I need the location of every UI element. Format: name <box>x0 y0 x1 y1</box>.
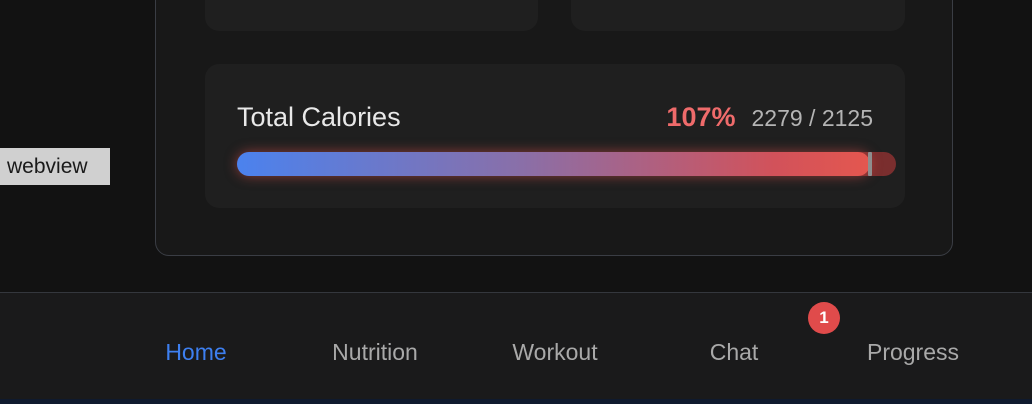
chat-notification-badge: 1 <box>808 302 840 334</box>
macro-card-left <box>205 0 538 31</box>
nav-chat[interactable]: Chat <box>710 338 759 366</box>
total-calories-title: Total Calories <box>237 102 401 132</box>
nav-home[interactable]: Home <box>165 338 226 366</box>
nav-nutrition[interactable]: Nutrition <box>332 338 418 366</box>
webview-label: webview <box>0 148 110 185</box>
bottom-navigation: Home Nutrition Workout Chat Progress <box>0 292 1032 404</box>
bottom-edge <box>0 399 1032 404</box>
nav-workout[interactable]: Workout <box>512 338 597 366</box>
total-calories-card <box>205 64 905 208</box>
calories-summary: 107% 2279 / 2125 <box>666 101 873 134</box>
macro-card-right <box>571 0 905 31</box>
calories-progress-fill <box>237 152 870 176</box>
calories-percent: 107% <box>666 102 736 132</box>
calories-goal-marker <box>868 152 872 176</box>
calories-ratio: 2279 / 2125 <box>751 105 873 131</box>
nav-progress[interactable]: Progress <box>867 338 959 366</box>
app-screen: Total Calories 107% 2279 / 2125 webview … <box>0 0 1032 404</box>
